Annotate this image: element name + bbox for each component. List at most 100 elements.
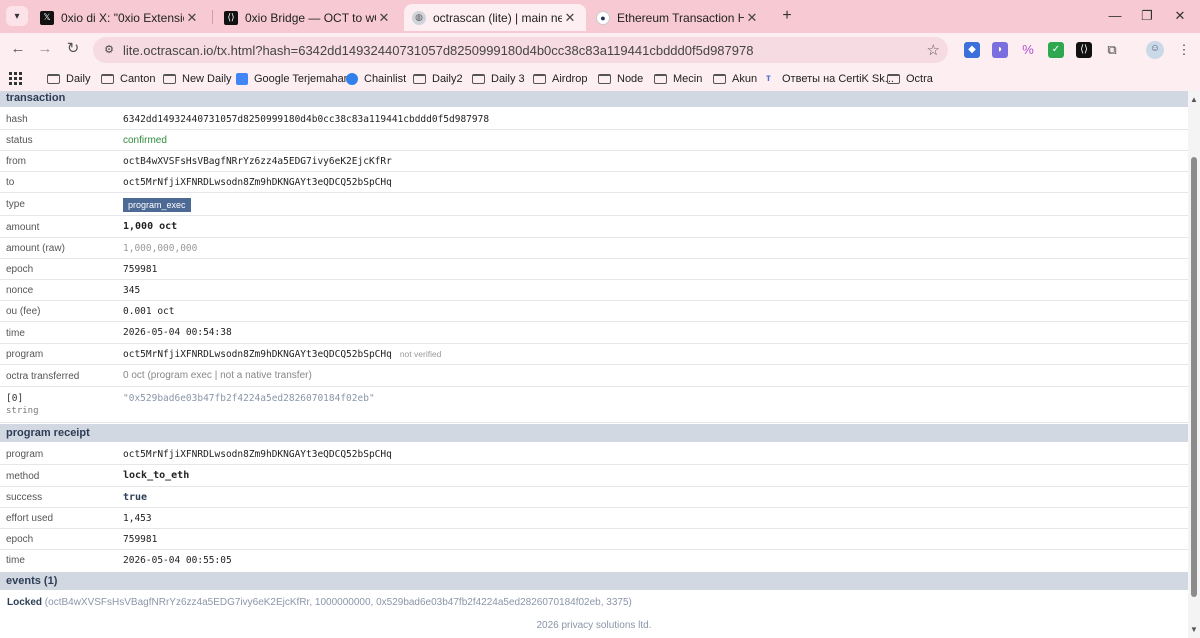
window-close-button[interactable]: ✕ <box>1170 6 1190 26</box>
field-label: method <box>6 471 40 482</box>
program-address-link[interactable]: oct5MrNfjiXFNRDLwsodn8Zm9hDKNGAYt3eQDCQ5… <box>123 349 392 360</box>
section-heading-program-receipt: program receipt <box>0 424 1188 442</box>
close-icon[interactable]: ✕ <box>376 10 392 26</box>
minimize-button[interactable]: — <box>1105 6 1125 26</box>
tab-title: 0xio di X: "0xio Extensions v2.3. <box>61 10 184 25</box>
back-button[interactable]: ← <box>9 40 27 58</box>
bookmark-label: Node <box>617 73 644 85</box>
bookmark-canton[interactable]: Canton <box>101 71 155 87</box>
section-heading-transaction: transaction <box>0 91 1188 107</box>
close-icon[interactable]: ✕ <box>744 10 760 26</box>
bookmark-label: Octra <box>906 73 933 85</box>
folder-icon <box>472 74 485 84</box>
field-label: program <box>6 349 44 360</box>
tab-title: 0xio Bridge — OCT to wOCT <box>245 10 376 25</box>
bookmark-label: Google Terjemahan <box>254 73 350 85</box>
folder-icon <box>654 74 667 84</box>
tab-divider <box>212 10 213 24</box>
forward-button[interactable]: → <box>36 40 54 58</box>
param-type: string <box>6 406 39 416</box>
scroll-thumb[interactable] <box>1191 157 1197 597</box>
param-index: [0] <box>6 393 24 404</box>
bookmark-google-translate[interactable]: Google Terjemahan <box>236 71 350 87</box>
tx-hash-value[interactable]: 6342dd14932440731057d8250999180d4b0cc38c… <box>123 114 489 125</box>
epoch-value[interactable]: 759981 <box>123 264 157 275</box>
success-value: true <box>123 492 148 503</box>
event-item: Locked (octB4wXVSFsHsVBagfNRrYz6zz4a5EDG… <box>7 597 632 608</box>
row-success: success true <box>0 487 1188 508</box>
browser-menu-icon[interactable]: ⋮ <box>1176 42 1192 58</box>
program-value: oct5MrNfjiXFNRDLwsodn8Zm9hDKNGAYt3eQDCQ5… <box>123 349 441 360</box>
tab-x-post[interactable]: 𝕏 0xio di X: "0xio Extensions v2.3. ✕ <box>32 4 208 31</box>
profile-avatar-icon[interactable]: ☺ <box>1146 41 1164 59</box>
field-label: time <box>6 555 25 566</box>
field-label: epoch <box>6 264 34 275</box>
bookmark-mecin[interactable]: Mecin <box>654 71 702 87</box>
receipt-epoch-value[interactable]: 759981 <box>123 534 157 545</box>
field-label: from <box>6 156 26 167</box>
bookmark-label: Airdrop <box>552 73 588 85</box>
close-icon[interactable]: ✕ <box>562 10 578 26</box>
tab-title: Ethereum Transaction Hash: 0x <box>617 10 744 25</box>
bookmark-label: Daily2 <box>432 73 463 85</box>
bookmark-certik[interactable]: т Ответы на CertiK Sk... <box>766 71 894 87</box>
etherscan-logo-icon: ● <box>596 10 610 25</box>
time-value: 2026-05-04 00:54:38 <box>123 327 232 338</box>
chainlist-icon <box>346 73 358 85</box>
new-tab-button[interactable]: + <box>778 6 796 26</box>
bookmark-new-daily[interactable]: New Daily <box>163 71 232 87</box>
extensions-puzzle-icon[interactable]: ⧉ <box>1104 42 1120 58</box>
bookmark-label: New Daily <box>182 73 232 85</box>
apps-grid-icon[interactable] <box>9 72 22 85</box>
field-label: effort used <box>6 513 54 524</box>
bookmark-label: Canton <box>120 73 156 85</box>
url-text[interactable]: lite.octrascan.io/tx.html?hash=6342dd149… <box>123 43 753 58</box>
tab-octrascan[interactable]: ◍ octrascan (lite) | main net — tra ✕ <box>404 4 586 31</box>
scroll-down-icon[interactable]: ▼ <box>1190 625 1198 634</box>
status-value: confirmed <box>123 135 167 146</box>
method-value: lock_to_eth <box>123 470 190 481</box>
field-label: amount <box>6 222 40 233</box>
bookmark-airdrop[interactable]: Airdrop <box>533 71 587 87</box>
scroll-up-icon[interactable]: ▲ <box>1190 95 1198 104</box>
bookmark-daily-3[interactable]: Daily 3 <box>472 71 525 87</box>
row-amount-raw: amount (raw) 1,000,000,000 <box>0 238 1188 259</box>
bookmark-octra[interactable]: Octra <box>887 71 933 87</box>
bookmark-daily2[interactable]: Daily2 <box>413 71 463 87</box>
reload-button[interactable]: ↻ <box>64 40 82 58</box>
folder-icon <box>413 74 426 84</box>
bookmark-star-icon[interactable]: ☆ <box>927 41 940 59</box>
extension-percent-icon[interactable]: % <box>1020 42 1036 58</box>
tab-etherscan[interactable]: ● Ethereum Transaction Hash: 0x ✕ <box>588 4 768 31</box>
row-receipt-epoch: epoch 759981 <box>0 529 1188 550</box>
to-address-link[interactable]: oct5MrNfjiXFNRDLwsodn8Zm9hDKNGAYt3eQDCQ5… <box>123 177 392 188</box>
certik-icon: т <box>766 73 771 84</box>
bookmark-label: Ответы на CertiK Sk... <box>782 73 894 85</box>
bookmark-akun[interactable]: Akun <box>713 71 757 87</box>
x-logo-icon: 𝕏 <box>40 10 54 25</box>
bookmark-chainlist[interactable]: Chainlist <box>346 71 406 87</box>
site-info-icon[interactable]: ⚙ <box>101 42 117 58</box>
tab-search-button[interactable]: ▾ <box>6 6 28 26</box>
row-to: to oct5MrNfjiXFNRDLwsodn8Zm9hDKNGAYt3eQD… <box>0 172 1188 193</box>
from-address-link[interactable]: octB4wXVSFsHsVBagfNRrYz6zz4a5EDG7ivy6eK2… <box>123 156 392 167</box>
extension-shield-icon[interactable]: ✓ <box>1048 42 1064 58</box>
restore-button[interactable]: ❐ <box>1137 6 1157 26</box>
bookmark-daily[interactable]: Daily <box>47 71 90 87</box>
tab-oxio-bridge[interactable]: ⟨⟩ 0xio Bridge — OCT to wOCT ✕ <box>216 4 400 31</box>
field-label: amount (raw) <box>6 243 65 254</box>
extension-oxio-icon[interactable]: ⟨⟩ <box>1076 42 1092 58</box>
bookmark-node[interactable]: Node <box>598 71 643 87</box>
address-bar[interactable]: ⚙ lite.octrascan.io/tx.html?hash=6342dd1… <box>93 37 948 63</box>
receipt-program-link[interactable]: oct5MrNfjiXFNRDLwsodn8Zm9hDKNGAYt3eQDCQ5… <box>123 449 392 460</box>
field-label: to <box>6 177 15 188</box>
row-octra-transferred: octra transferred 0 oct (program exec | … <box>0 365 1188 387</box>
folder-icon <box>713 74 726 84</box>
close-icon[interactable]: ✕ <box>184 10 200 26</box>
bookmark-label: Chainlist <box>364 73 407 85</box>
field-label: ou (fee) <box>6 306 41 317</box>
extension-rabbit-icon[interactable]: ◗ <box>992 42 1008 58</box>
page-scrollbar[interactable]: ▲ ▼ <box>1188 91 1200 638</box>
extension-bird-icon[interactable]: ◆ <box>964 42 980 58</box>
folder-icon <box>887 74 900 84</box>
